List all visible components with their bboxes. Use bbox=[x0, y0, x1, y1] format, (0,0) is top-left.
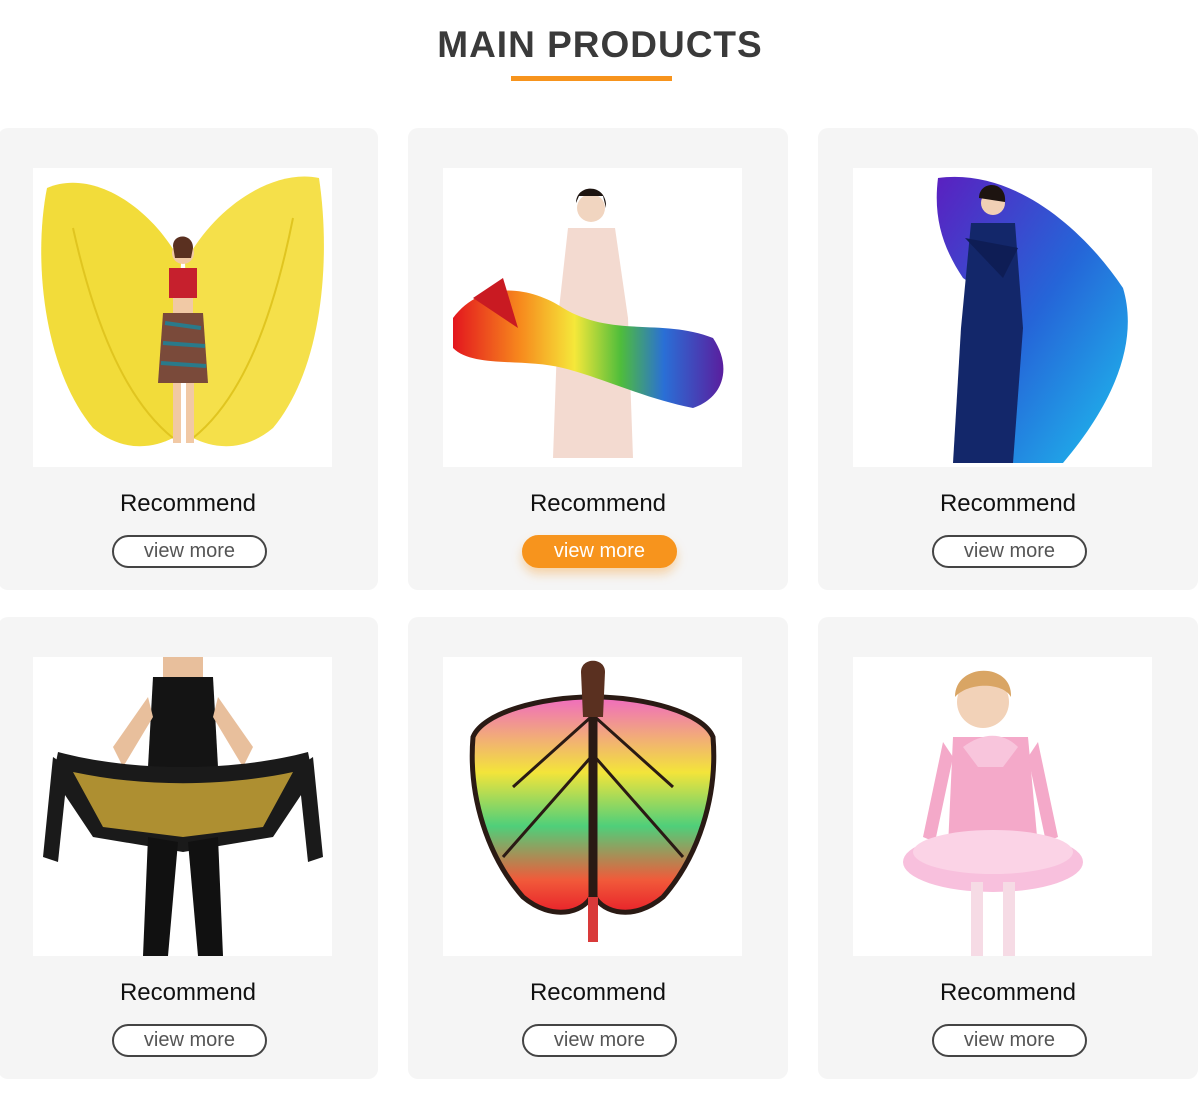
view-more-button[interactable]: view more bbox=[932, 1024, 1087, 1057]
silk-veil-image bbox=[853, 168, 1152, 467]
product-card[interactable]: Recommend view more bbox=[818, 128, 1198, 590]
view-more-button[interactable]: view more bbox=[932, 535, 1087, 568]
product-label: Recommend bbox=[119, 490, 257, 517]
title-underline bbox=[511, 76, 672, 81]
view-more-button[interactable]: view more bbox=[522, 1024, 677, 1057]
isis-wings-image bbox=[33, 168, 332, 467]
product-card[interactable]: Recommend view more bbox=[408, 128, 788, 590]
product-label: Recommend bbox=[529, 979, 667, 1006]
product-image[interactable] bbox=[33, 657, 332, 956]
view-more-button[interactable]: view more bbox=[112, 1024, 267, 1057]
section-title: MAIN PRODUCTS bbox=[437, 24, 763, 65]
product-label: Recommend bbox=[939, 490, 1077, 517]
view-more-button[interactable]: view more bbox=[522, 535, 677, 568]
product-image[interactable] bbox=[33, 168, 332, 467]
product-card[interactable]: Recommend view more bbox=[0, 128, 378, 590]
product-card[interactable]: Recommend view more bbox=[408, 617, 788, 1079]
product-image[interactable] bbox=[443, 168, 742, 467]
rainbow-fan-veil-image bbox=[443, 168, 742, 467]
product-label: Recommend bbox=[119, 979, 257, 1006]
product-label: Recommend bbox=[939, 979, 1077, 1006]
product-image[interactable] bbox=[443, 657, 742, 956]
hip-scarf-image bbox=[33, 657, 332, 956]
ballet-tutu-image bbox=[853, 657, 1152, 956]
product-card[interactable]: Recommend view more bbox=[0, 617, 378, 1079]
butterfly-cape-image bbox=[443, 657, 742, 956]
product-image[interactable] bbox=[853, 657, 1152, 956]
product-image[interactable] bbox=[853, 168, 1152, 467]
view-more-button[interactable]: view more bbox=[112, 535, 267, 568]
product-label: Recommend bbox=[529, 490, 667, 517]
product-card[interactable]: Recommend view more bbox=[818, 617, 1198, 1079]
